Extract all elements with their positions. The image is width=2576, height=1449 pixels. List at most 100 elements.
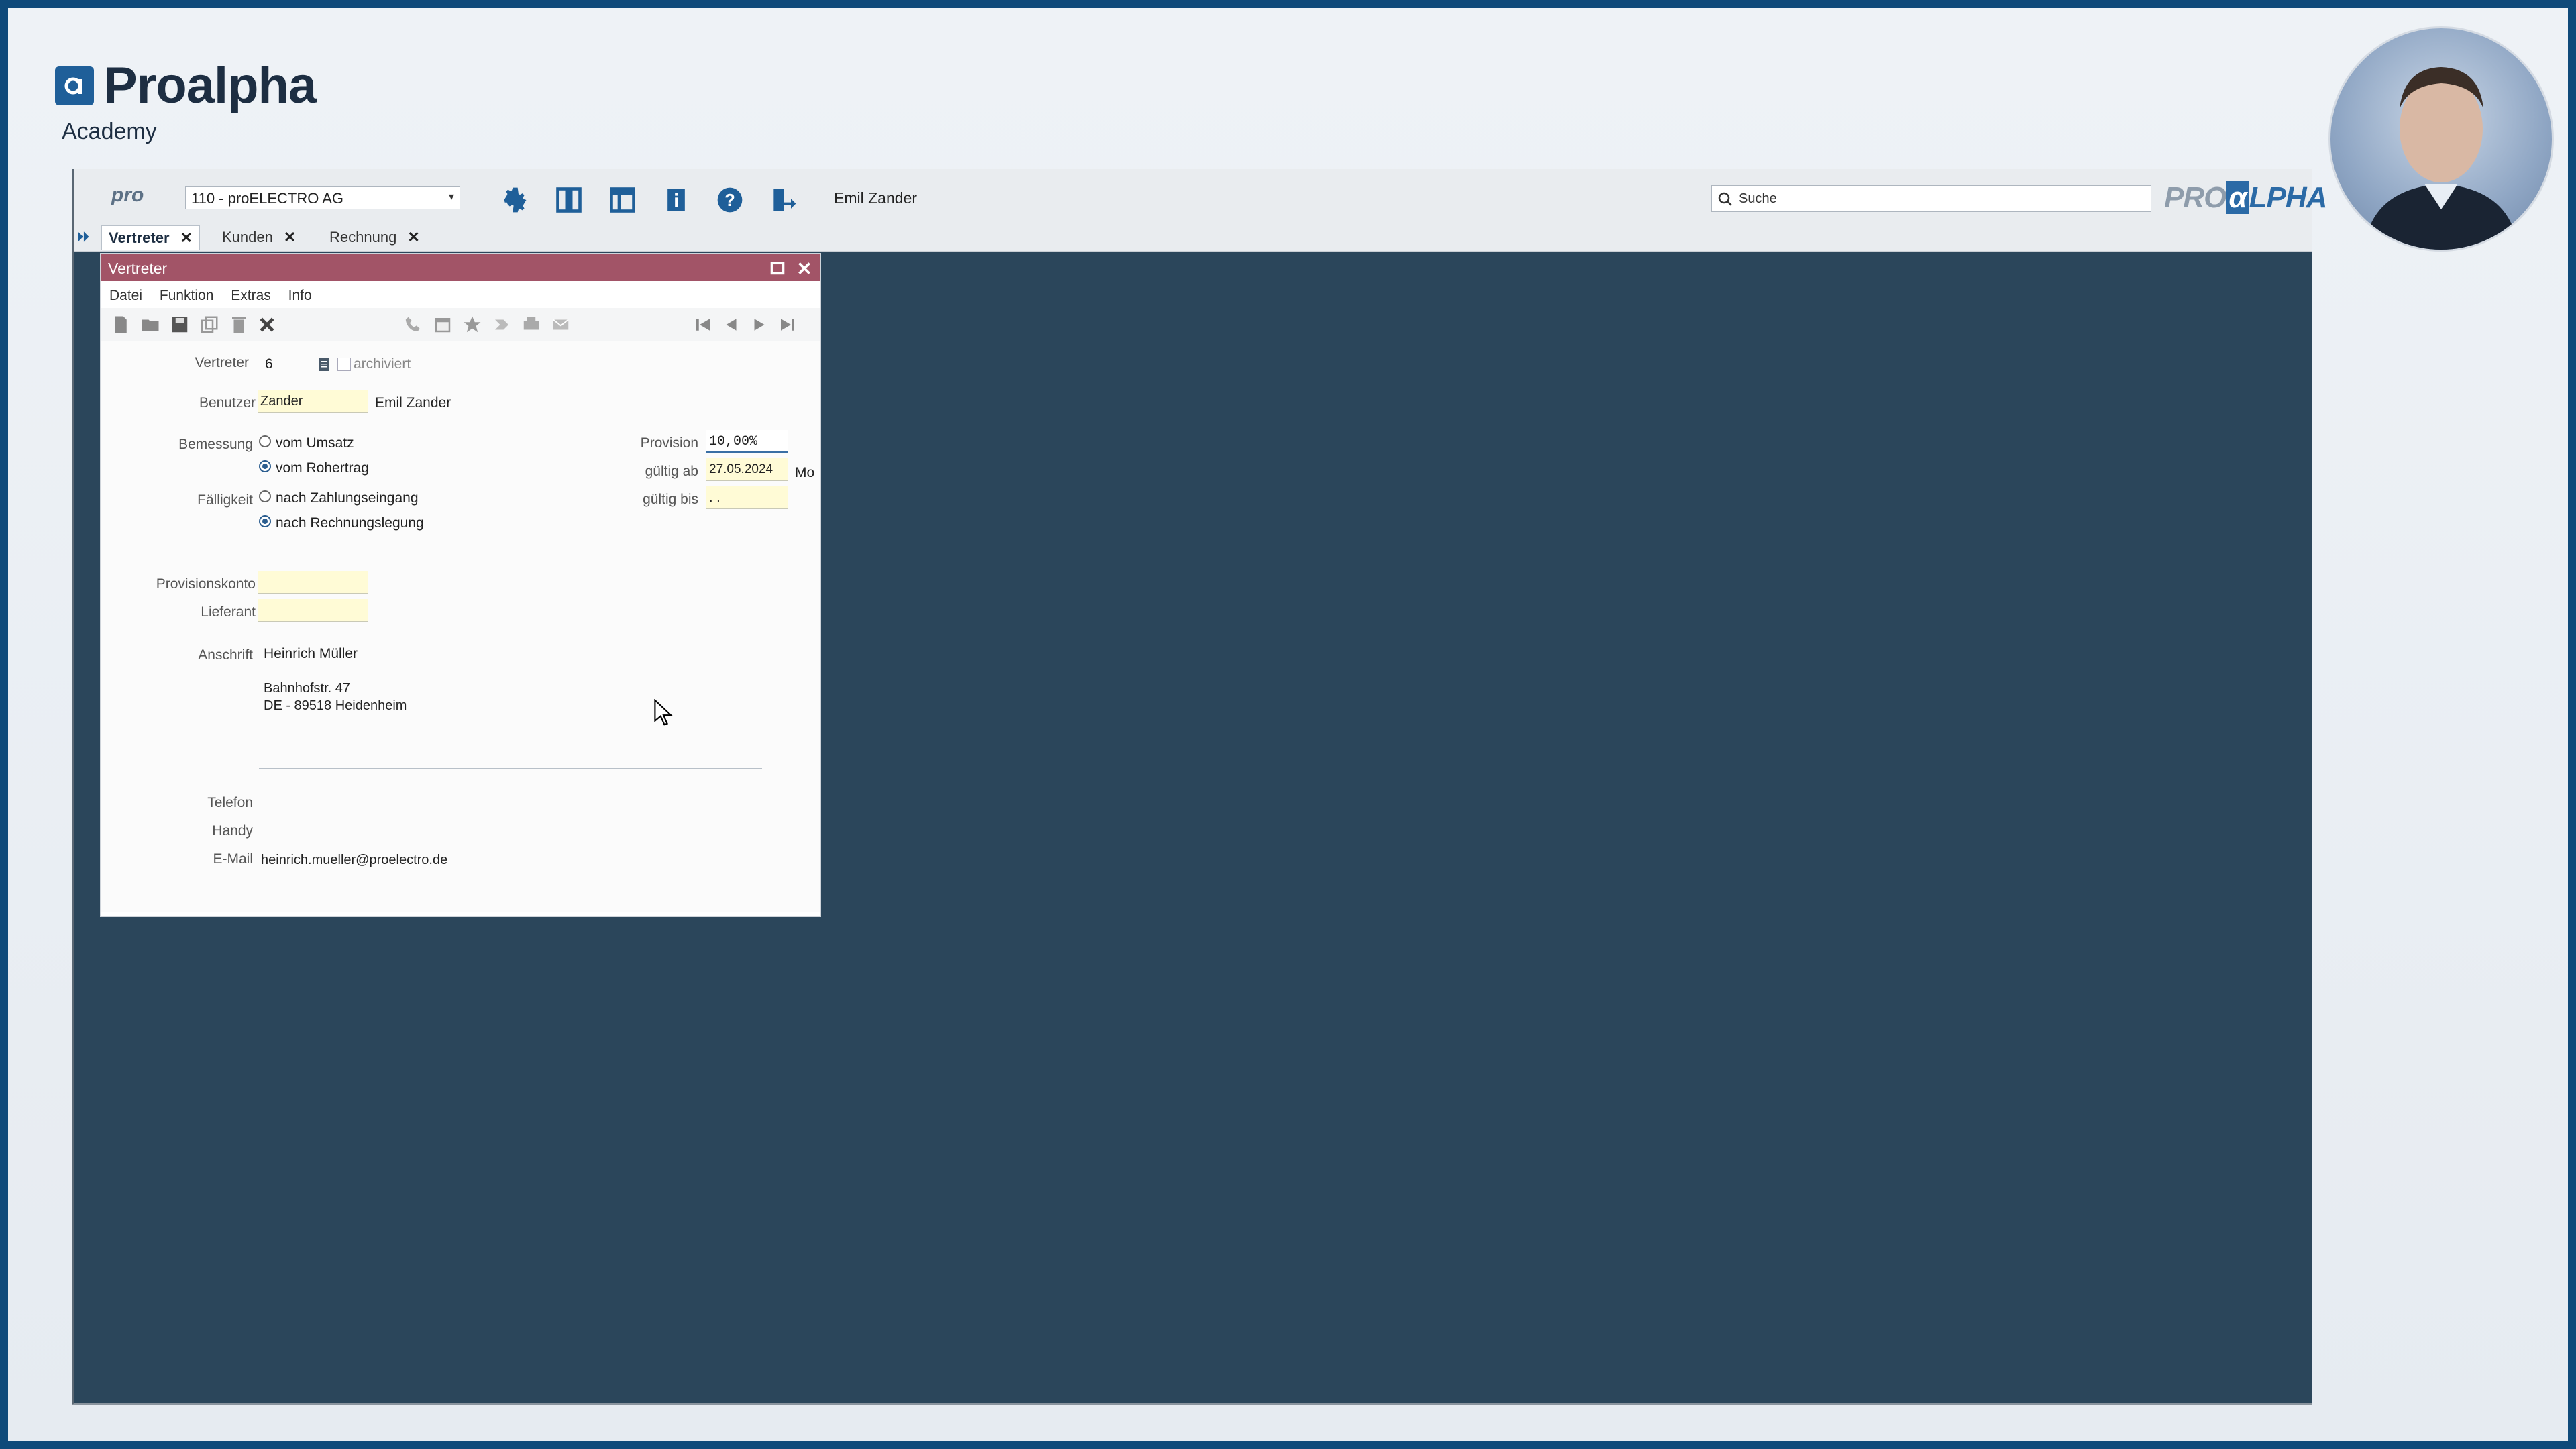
tab-vertreter[interactable]: Vertreter ✕ — [101, 225, 200, 250]
calendar-icon[interactable] — [433, 315, 453, 335]
faelligkeit-rechnungslegung-radio[interactable] — [259, 515, 271, 527]
logout-icon[interactable] — [769, 185, 798, 215]
gueltig-ab-label: gültig ab — [645, 464, 698, 479]
help-icon[interactable]: ? — [715, 185, 745, 215]
delete-icon[interactable] — [229, 315, 249, 335]
provision-label: Provision — [640, 435, 698, 451]
anschrift-street: Bahnhofstr. 47 — [264, 681, 350, 696]
faelligkeit-label: Fälligkeit — [197, 492, 253, 508]
close-icon[interactable]: ✕ — [284, 229, 296, 246]
close-icon[interactable] — [796, 260, 813, 277]
archiviert-label: archiviert — [354, 356, 411, 372]
search-placeholder: Suche — [1739, 191, 1777, 206]
bemessung-umsatz-radio[interactable] — [259, 435, 271, 447]
academy-brand: Proalpha Academy — [55, 56, 317, 145]
close-icon[interactable]: ✕ — [180, 229, 193, 247]
new-document-icon[interactable] — [111, 315, 131, 335]
tab-label: Rechnung — [329, 229, 397, 246]
expand-arrows-icon[interactable] — [76, 228, 93, 246]
handy-label: Handy — [212, 823, 253, 839]
gueltig-bis-label: gültig bis — [643, 492, 698, 507]
bemessung-label: Bemessung — [178, 437, 253, 452]
copy-icon[interactable] — [199, 315, 219, 335]
benutzer-label: Benutzer — [199, 395, 256, 411]
first-record-icon[interactable] — [693, 315, 713, 335]
faelligkeit-rechnungslegung-label: nach Rechnungslegung — [276, 515, 424, 531]
gueltig-ab-field[interactable]: 27.05.2024 — [706, 458, 788, 481]
menu-extras[interactable]: Extras — [231, 288, 271, 303]
info-icon[interactable] — [661, 185, 691, 215]
email-value[interactable]: heinrich.mueller@proelectro.de — [261, 853, 447, 868]
bemessung-rohertrag-label: vom Rohertrag — [276, 460, 369, 476]
cancel-icon[interactable] — [257, 315, 277, 335]
company-select[interactable]: 110 - proELECTRO AG ▾ — [185, 186, 460, 209]
document-icon[interactable] — [316, 355, 332, 374]
lieferant-label: Lieferant — [201, 604, 256, 620]
faelligkeit-zahlungseingang-radio[interactable] — [259, 490, 271, 502]
phone-icon[interactable] — [403, 315, 423, 335]
split-view-icon[interactable] — [554, 185, 584, 215]
dialog-title-bar[interactable]: Vertreter — [101, 254, 820, 281]
vertreter-number[interactable]: 6 — [265, 356, 273, 372]
tab-label: Kunden — [222, 229, 273, 246]
menu-info[interactable]: Info — [288, 288, 312, 303]
gueltig-ab-weekday: Mo — [795, 465, 815, 480]
last-record-icon[interactable] — [777, 315, 798, 335]
pro-mark: pro — [111, 184, 144, 206]
telefon-label: Telefon — [207, 795, 253, 810]
tab-bar: Vertreter ✕ Kunden ✕ Rechnung ✕ — [74, 223, 2312, 252]
bemessung-rohertrag-radio[interactable] — [259, 460, 271, 472]
proalpha-logo-icon — [55, 66, 94, 105]
tab-rechnung[interactable]: Rechnung ✕ — [323, 225, 427, 250]
brand-name: Proalpha — [103, 57, 317, 114]
close-icon[interactable]: ✕ — [407, 229, 419, 246]
print-icon[interactable] — [521, 315, 541, 335]
provisionskonto-label: Provisionskonto — [156, 576, 256, 592]
faelligkeit-zahlungseingang-label: nach Zahlungseingang — [276, 490, 419, 506]
search-input[interactable]: Suche — [1711, 185, 2151, 212]
academy-frame: Proalpha Academy pro 110 - proELECTRO AG… — [8, 8, 2568, 1441]
presenter-video — [2330, 28, 2552, 250]
star-icon[interactable] — [462, 315, 482, 335]
vertreter-dialog: Vertreter Datei Funktion Extras Info Ver… — [100, 253, 821, 917]
proalpha-logo: PROαLPHA — [2164, 181, 2327, 214]
brand-subtitle: Academy — [62, 119, 157, 144]
search-icon — [1718, 192, 1732, 206]
anschrift-city: DE - 89518 Heidenheim — [264, 698, 407, 713]
next-record-icon[interactable] — [749, 315, 769, 335]
app-toolbar: pro 110 - proELECTRO AG ▾ ? Emil Zander … — [74, 169, 2327, 223]
forward-icon[interactable] — [492, 315, 512, 335]
chevron-down-icon: ▾ — [448, 191, 454, 203]
benutzer-name: Emil Zander — [375, 395, 451, 411]
lieferant-field[interactable] — [258, 599, 368, 622]
menu-datei[interactable]: Datei — [109, 288, 142, 303]
proalpha-app-window: pro 110 - proELECTRO AG ▾ ? Emil Zander … — [72, 169, 2327, 1405]
open-folder-icon[interactable] — [140, 315, 160, 335]
vertreter-form: Vertreter 6 archiviert Benutzer Zander E… — [101, 341, 820, 912]
maximize-icon[interactable] — [769, 260, 786, 277]
dialog-toolbar — [101, 308, 820, 341]
menu-funktion[interactable]: Funktion — [160, 288, 214, 303]
mouse-cursor-icon — [654, 699, 673, 726]
layout-icon[interactable] — [608, 185, 637, 215]
dialog-menu-bar: Datei Funktion Extras Info — [109, 288, 325, 304]
current-user: Emil Zander — [834, 189, 917, 207]
anschrift-name: Heinrich Müller — [264, 646, 358, 661]
dialog-title: Vertreter — [108, 260, 168, 277]
gear-icon[interactable] — [500, 185, 530, 215]
bemessung-umsatz-label: vom Umsatz — [276, 435, 354, 451]
provisionskonto-field[interactable] — [258, 571, 368, 594]
mail-icon[interactable] — [551, 315, 571, 335]
vertreter-label: Vertreter — [195, 355, 249, 370]
tab-label: Vertreter — [109, 229, 170, 246]
company-select-value: 110 - proELECTRO AG — [191, 190, 344, 207]
save-icon[interactable] — [170, 315, 190, 335]
archiviert-checkbox[interactable] — [337, 358, 351, 371]
gueltig-bis-field[interactable]: . . — [706, 486, 788, 509]
provision-input[interactable]: 10,00% — [706, 430, 788, 453]
svg-text:?: ? — [724, 191, 735, 210]
address-divider — [259, 768, 762, 769]
tab-kunden[interactable]: Kunden ✕ — [215, 225, 303, 250]
previous-record-icon[interactable] — [721, 315, 741, 335]
benutzer-field[interactable]: Zander — [258, 390, 368, 413]
